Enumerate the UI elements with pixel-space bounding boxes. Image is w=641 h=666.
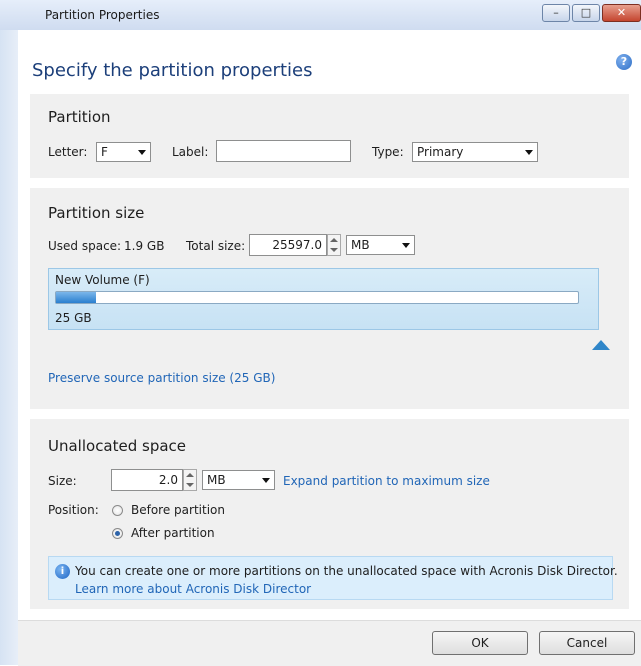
unallocated-size-stepper[interactable] [183,469,197,491]
before-partition-radio[interactable] [112,505,123,516]
after-partition-label[interactable]: After partition [131,526,215,540]
unallocated-unit-select[interactable]: MB [202,470,275,490]
total-size-input[interactable]: 25597.0 [249,234,327,256]
help-icon[interactable]: ? [616,54,632,70]
total-size-unit-select[interactable]: MB [346,235,415,255]
window-left-border [0,30,18,665]
chevron-down-icon [138,150,146,155]
chevron-down-icon [402,243,410,248]
position-label: Position: [48,503,99,517]
learn-more-link[interactable]: Learn more about Acronis Disk Director [75,582,311,596]
partition-size-section-title: Partition size [48,204,145,222]
maximize-button[interactable]: □ [572,4,600,22]
resize-handle-icon[interactable] [592,340,610,350]
total-size-stepper[interactable] [327,234,341,256]
partition-size-section: Partition size Used space: 1.9 GB Total … [30,188,629,409]
unallocated-size-input[interactable]: 2.0 [111,469,183,491]
total-size-label: Total size: [186,239,246,253]
used-space-label: Used space: [48,239,122,253]
page-title: Specify the partition properties [32,60,313,81]
type-value: Primary [417,145,464,159]
window-title: Partition Properties [45,8,160,22]
unallocated-unit-value: MB [207,473,226,487]
label-label: Label: [172,145,209,159]
volume-name: New Volume (F) [55,273,150,287]
partition-usage-bar [55,291,579,304]
info-icon: i [55,564,70,579]
chevron-down-icon [525,150,533,155]
minimize-icon: – [553,6,559,19]
chevron-down-icon [262,478,270,483]
dialog-footer: OK Cancel [18,620,641,666]
after-partition-radio[interactable] [112,528,123,539]
close-button[interactable]: ✕ [602,4,641,22]
total-size-unit-value: MB [351,238,370,252]
letter-label: Letter: [48,145,88,159]
unallocated-size-label: Size: [48,474,77,488]
preserve-size-link[interactable]: Preserve source partition size (25 GB) [48,371,275,385]
arrow-down-icon [330,248,338,252]
expand-partition-link[interactable]: Expand partition to maximum size [283,474,490,488]
ok-button[interactable]: OK [432,631,528,655]
total-size-value: 25597.0 [272,238,322,252]
maximize-icon: □ [580,6,592,19]
info-banner: i You can create one or more partitions … [48,556,618,600]
dialog-client: Specify the partition properties ? Parti… [18,30,641,666]
unallocated-section: Unallocated space Size: 2.0 MB Expand pa… [30,419,629,609]
arrow-down-icon [186,483,194,487]
unallocated-section-title: Unallocated space [48,437,187,455]
label-input[interactable] [216,140,351,162]
partition-usage-fill [56,292,96,303]
partition-map[interactable]: New Volume (F) 25 GB [48,268,599,330]
type-label: Type: [372,145,404,159]
used-space-value: 1.9 GB [124,239,165,253]
volume-size: 25 GB [55,311,92,325]
partition-section-title: Partition [48,108,111,126]
letter-select[interactable]: F [96,142,151,162]
minimize-button[interactable]: – [542,4,570,22]
cancel-button[interactable]: Cancel [539,631,635,655]
unallocated-size-value: 2.0 [158,473,178,487]
letter-value: F [101,145,108,159]
title-bar[interactable]: Partition Properties – □ ✕ [0,0,641,30]
arrow-up-icon [186,473,194,477]
info-text: You can create one or more partitions on… [75,564,618,578]
before-partition-label[interactable]: Before partition [131,503,225,517]
arrow-up-icon [330,238,338,242]
partition-section: Partition Letter: F Label: Type: Primary [30,94,629,178]
close-icon: ✕ [616,6,627,19]
window-frame: Partition Properties – □ ✕ Specify the p… [0,0,641,666]
type-select[interactable]: Primary [412,142,538,162]
